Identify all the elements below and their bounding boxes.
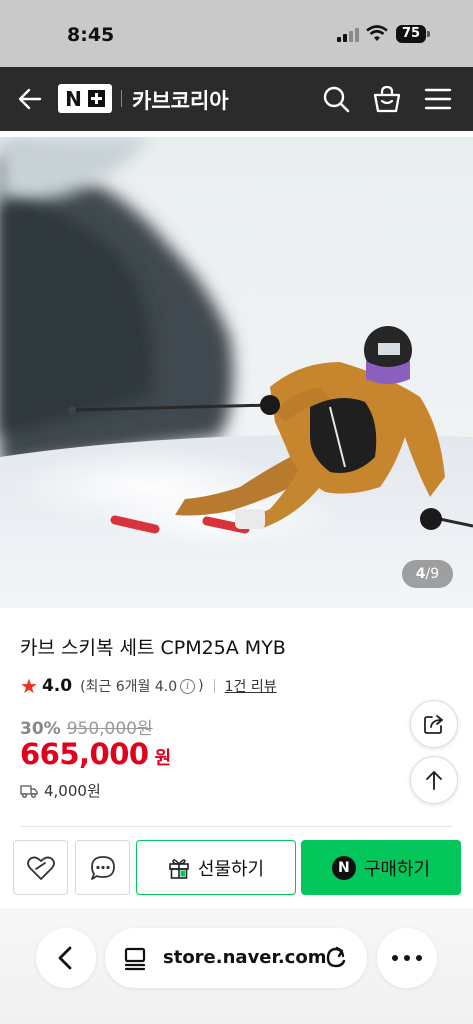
browser-toolbar: store.naver.com <box>0 908 473 1024</box>
total-image-count: 9 <box>430 566 440 582</box>
discount-rate: 30% <box>20 719 61 739</box>
back-arrow-icon[interactable] <box>16 85 44 113</box>
header-divider <box>121 90 122 107</box>
browser-back-button[interactable] <box>36 928 96 988</box>
tabs-icon[interactable] <box>123 946 149 972</box>
shopping-bag-icon[interactable] <box>372 84 402 114</box>
product-image[interactable]: 4/9 <box>0 137 473 608</box>
recent-rating: (최근 6개월 4.0 <box>80 679 178 695</box>
rating-score: 4.0 <box>41 676 73 696</box>
share-icon <box>424 715 443 734</box>
skier-photo <box>0 137 473 608</box>
talk-button[interactable] <box>75 840 130 895</box>
talk-icon <box>90 855 115 880</box>
logo-n: N <box>65 86 82 111</box>
scroll-top-button[interactable] <box>410 756 458 804</box>
menu-icon[interactable] <box>423 84 453 114</box>
gift-icon <box>169 858 189 879</box>
share-button[interactable] <box>410 700 458 748</box>
buy-button[interactable]: N 구매하기 <box>301 840 461 895</box>
info-icon[interactable]: i <box>180 678 196 694</box>
address-bar[interactable]: store.naver.com <box>105 928 367 988</box>
browser-back-icon <box>58 946 72 970</box>
store-name[interactable]: 카브코리아 <box>132 85 229 115</box>
naver-plus-logo[interactable]: N <box>58 84 112 113</box>
current-image-index: 4 <box>415 566 426 582</box>
search-icon[interactable] <box>321 84 351 114</box>
gift-label: 선물하기 <box>197 858 265 880</box>
scroll-top-icon <box>426 771 442 790</box>
original-price: 950,000원 <box>66 719 153 739</box>
recent-rating-close: ) <box>198 678 204 694</box>
url-text: store.naver.com <box>163 947 327 968</box>
gift-button[interactable]: 선물하기 <box>136 840 296 895</box>
truck-icon <box>20 784 38 798</box>
wishlist-heart-icon <box>26 856 55 880</box>
sale-price: 665,000 <box>20 737 149 771</box>
wishlist-button[interactable] <box>13 840 68 895</box>
browser-more-button[interactable] <box>377 928 437 988</box>
section-divider <box>20 826 453 827</box>
price-unit: 원 <box>154 748 172 769</box>
cellular-signal-icon <box>337 28 359 42</box>
price-row: 665,000 원 <box>20 737 171 771</box>
battery-tip <box>427 31 430 37</box>
reload-icon[interactable] <box>323 945 349 971</box>
plus-icon <box>87 90 105 107</box>
rating-row: ★ 4.0 (최근 6개월 4.0 i ) 1건 리뷰 <box>20 674 277 698</box>
status-bar: 8:45 75 <box>0 0 473 67</box>
status-time: 8:45 <box>67 24 115 46</box>
store-header: N 카브코리아 <box>0 67 473 131</box>
image-page-indicator: 4/9 <box>402 560 453 588</box>
product-title: 카브 스키복 세트 CPM25A MYB <box>20 637 286 659</box>
review-count-link[interactable]: 1건 리뷰 <box>225 676 277 696</box>
shipping-row: 4,000원 <box>20 780 101 801</box>
battery-icon: 75 <box>396 25 426 43</box>
buy-label: 구매하기 <box>363 858 431 880</box>
purchase-action-bar: 선물하기 N 구매하기 <box>0 828 473 908</box>
more-icon <box>392 955 422 961</box>
rating-star-icon: ★ <box>20 675 38 698</box>
discount-row: 30% 950,000원 <box>20 714 153 739</box>
rating-divider <box>213 679 215 693</box>
wifi-icon <box>366 25 388 41</box>
naver-pay-badge: N <box>331 855 356 880</box>
shipping-fee: 4,000원 <box>44 782 101 800</box>
